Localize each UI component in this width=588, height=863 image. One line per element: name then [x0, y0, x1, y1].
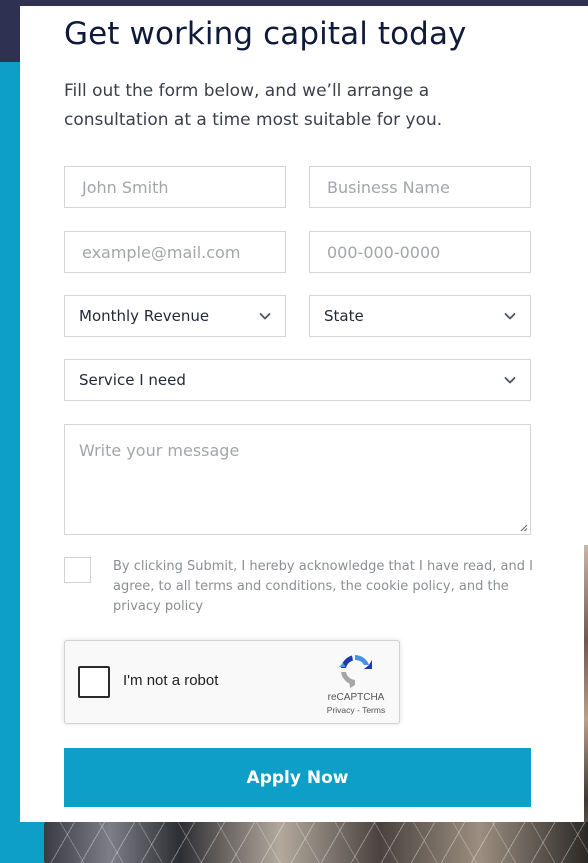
business-name-placeholder: Business Name — [327, 177, 450, 197]
chevron-down-icon — [504, 313, 516, 320]
state-value: State — [324, 307, 364, 325]
application-form-card: Get working capital today Fill out the f… — [20, 6, 584, 822]
background-photo-edge — [584, 545, 588, 863]
message-placeholder: Write your message — [79, 441, 240, 460]
recaptcha-label: I'm not a robot — [123, 672, 219, 689]
message-textarea[interactable]: Write your message — [64, 424, 531, 535]
phone-input[interactable]: 000-000-0000 — [309, 231, 531, 273]
service-value: Service I need — [79, 371, 186, 389]
recaptcha-checkbox[interactable] — [78, 666, 110, 698]
form-title: Get working capital today — [64, 16, 467, 52]
service-select[interactable]: Service I need — [64, 359, 531, 401]
recaptcha-logo-icon — [339, 655, 372, 688]
apply-now-button[interactable]: Apply Now — [64, 748, 531, 807]
recaptcha-widget: I'm not a robot reCAPTCHA Privacy - Term… — [64, 640, 400, 724]
background-photo-structure — [44, 822, 588, 863]
name-placeholder: John Smith — [82, 177, 169, 197]
name-input[interactable]: John Smith — [64, 166, 286, 208]
state-select[interactable]: State — [309, 295, 531, 337]
email-input[interactable]: example@mail.com — [64, 231, 286, 273]
phone-placeholder: 000-000-0000 — [327, 242, 441, 262]
consent-text: By clicking Submit, I hereby acknowledge… — [113, 559, 533, 614]
consent-checkbox[interactable] — [64, 557, 91, 583]
monthly-revenue-select[interactable]: Monthly Revenue — [64, 295, 286, 337]
chevron-down-icon — [504, 377, 516, 384]
resize-handle-icon[interactable] — [519, 523, 528, 532]
recaptcha-links[interactable]: Privacy - Terms — [317, 705, 395, 715]
form-subtitle: Fill out the form below, and we’ll arran… — [64, 81, 443, 130]
chevron-down-icon — [259, 313, 271, 320]
background-dark-band — [0, 0, 20, 62]
recaptcha-brand: reCAPTCHA — [327, 692, 385, 703]
email-placeholder: example@mail.com — [82, 242, 241, 262]
background-teal-band — [0, 62, 20, 863]
business-name-input[interactable]: Business Name — [309, 166, 531, 208]
monthly-revenue-value: Monthly Revenue — [79, 307, 210, 325]
